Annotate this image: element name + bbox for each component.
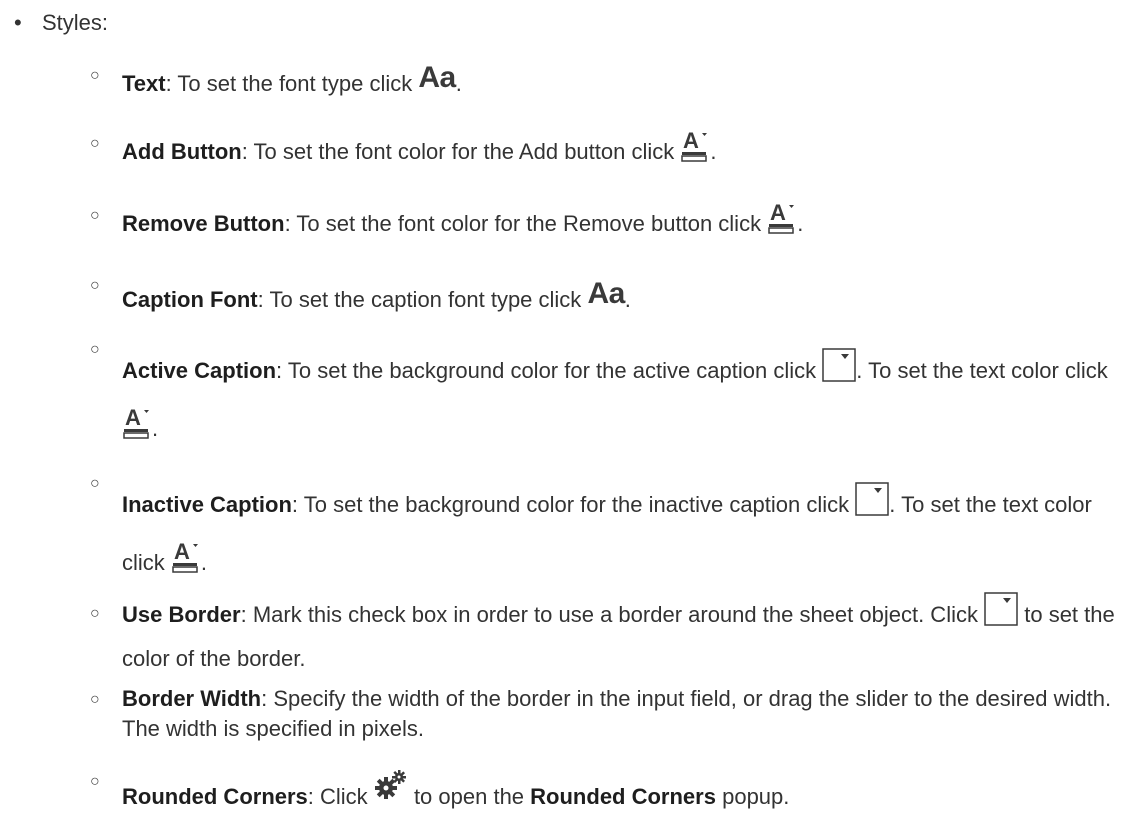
term-caption-font: Caption Font (122, 287, 258, 312)
help-document: • Styles: ○ Text: To set the font type cl… (0, 0, 1147, 820)
term-add-button: Add Button (122, 139, 242, 164)
list-item-caption-font: ○ Caption Font: To set the caption font … (90, 270, 1132, 324)
term-inactive-caption: Inactive Caption (122, 492, 292, 517)
color-dropdown-icon[interactable] (984, 592, 1018, 626)
list-item-text: ○ Text: To set the font type click Aa. (90, 54, 1132, 108)
gears-icon[interactable] (374, 770, 408, 800)
font-type-icon[interactable]: Aa (418, 54, 456, 102)
list-item-remove-button: ○ Remove Button: To set the font color f… (90, 201, 804, 236)
term-border-width: Border Width (122, 686, 262, 711)
svg-text:A: A (683, 129, 699, 153)
list-item-use-border: ○ Use Border: Mark this check box in ord… (90, 592, 1132, 681)
term-rounded-corners-popup: Rounded Corners (530, 784, 716, 809)
svg-text:A: A (174, 540, 190, 564)
font-color-icon[interactable]: A (122, 406, 152, 440)
list-item-inactive-caption: ○ Inactive Caption: To set the backgroun… (90, 475, 1092, 576)
color-dropdown-icon[interactable] (855, 482, 890, 516)
color-dropdown-icon[interactable] (822, 348, 857, 382)
styles-heading: Styles: (42, 10, 109, 35)
svg-text:A: A (125, 406, 141, 430)
styles-list-item: • Styles: (14, 8, 108, 38)
list-item-active-caption: ○ Active Caption: To set the background … (90, 341, 1108, 442)
list-item-border-width: ○ Border Width: Specify the width of the… (90, 686, 1112, 741)
font-color-icon[interactable]: A (680, 129, 710, 163)
bullet: • (14, 10, 22, 35)
font-type-icon[interactable]: Aa (587, 270, 625, 318)
list-item-add-button: ○ Add Button: To set the font color for … (90, 129, 717, 164)
term-remove-button: Remove Button (122, 211, 285, 236)
font-color-icon[interactable]: A (171, 540, 201, 574)
list-item-rounded-corners: ○ Rounded Corners: Click to open the Rou… (90, 770, 1132, 817)
svg-text:A: A (770, 201, 786, 225)
term-use-border: Use Border (122, 602, 241, 627)
term-text: Text (122, 71, 166, 96)
term-rounded-corners: Rounded Corners (122, 784, 308, 809)
font-color-icon[interactable]: A (767, 201, 797, 235)
term-active-caption: Active Caption (122, 358, 277, 383)
